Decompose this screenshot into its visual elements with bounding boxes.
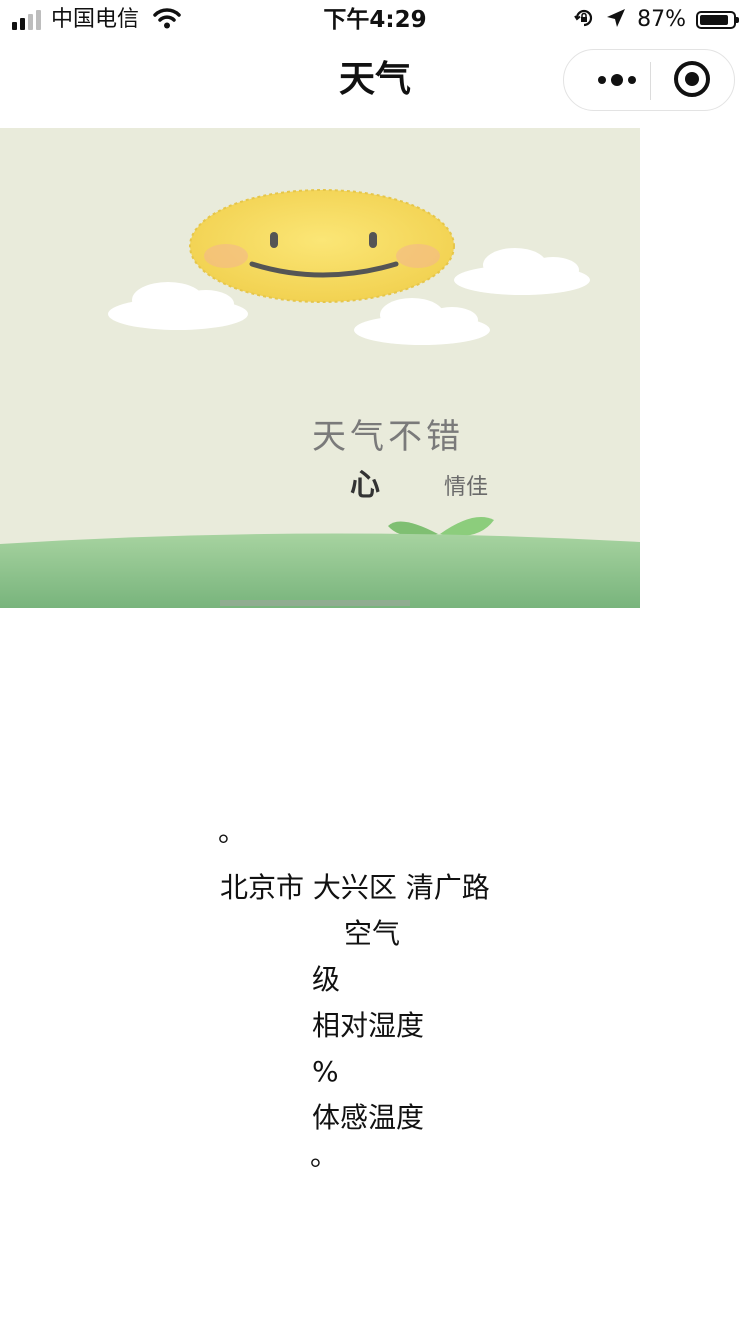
battery-percent: 87% [637, 7, 686, 32]
close-target-icon[interactable] [674, 61, 710, 97]
banner-tagline-small: 情佳 [444, 475, 488, 500]
banner-headline: 天气不错 [312, 417, 464, 457]
location-address: 北京市 大兴区 清广路 [220, 871, 490, 904]
weather-banner-image: 天气不错 心 情佳 [0, 128, 640, 608]
image-caption-strip [220, 600, 410, 606]
battery-icon [696, 11, 739, 29]
grass-hill [0, 533, 640, 608]
location-arrow-icon [605, 7, 627, 33]
rotation-lock-icon [573, 7, 595, 33]
mini-program-capsule [563, 49, 735, 111]
wind-level-label: 级 [312, 963, 341, 996]
banner-tagline-big: 心 [350, 468, 380, 503]
humidity-label: 相对湿度 [312, 1009, 425, 1042]
capsule-divider [650, 62, 651, 100]
feels-like-label: 体感温度 [312, 1101, 425, 1134]
battery-fill [700, 15, 728, 25]
status-bar: 中国电信 下午4:29 87% [0, 0, 750, 40]
more-dots-icon[interactable] [586, 50, 648, 110]
humidity-unit: % [312, 1055, 339, 1088]
sun-face [189, 189, 455, 303]
nav-bar: 天气 [0, 40, 750, 120]
feels-like-dot: 。 [310, 1139, 339, 1172]
banner-illustration: 天气不错 心 情佳 [0, 128, 640, 608]
status-right: 87% [573, 6, 739, 34]
temperature-dot: 。 [218, 815, 247, 848]
air-quality-label: 空气 [344, 917, 401, 950]
